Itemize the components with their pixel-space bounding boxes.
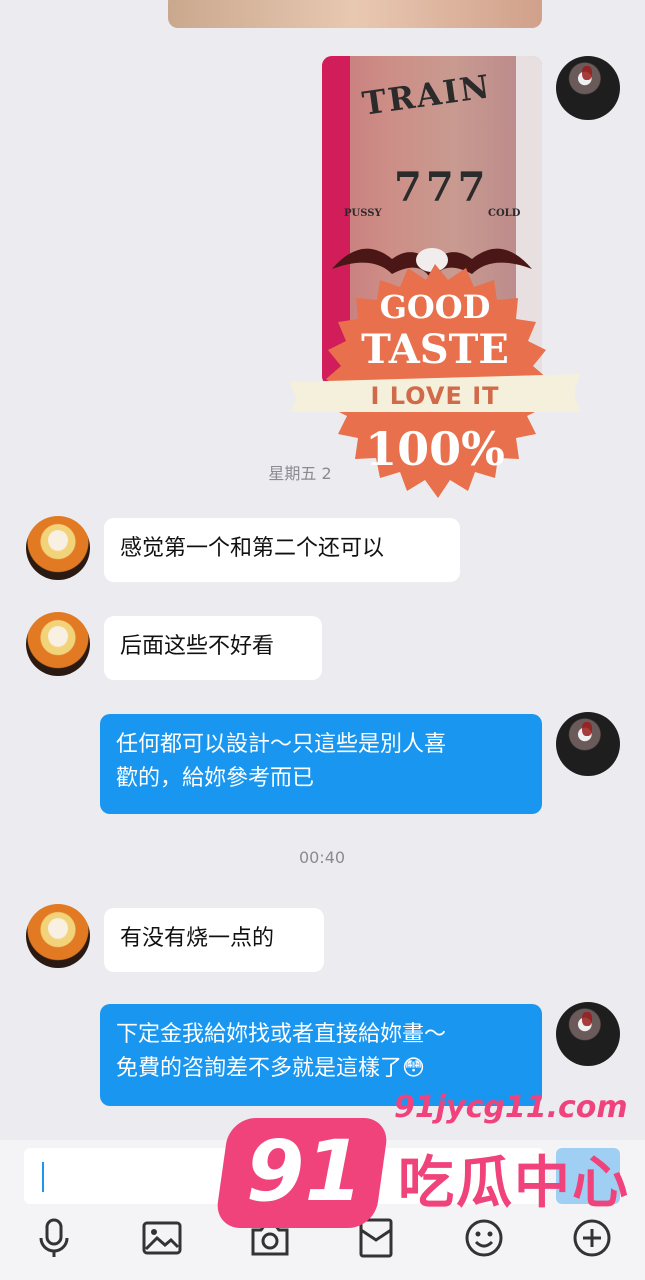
peer-avatar[interactable] xyxy=(26,516,90,580)
message-text: 免費的咨詢差不多就是這樣了 xyxy=(116,1056,403,1081)
tattoo-text-right: COLD xyxy=(488,208,521,219)
my-avatar[interactable] xyxy=(556,1002,620,1066)
peer-avatar[interactable] xyxy=(26,612,90,676)
timestamp: 00:40 xyxy=(298,848,346,867)
watermark-number: 91 xyxy=(246,1122,363,1220)
message-bubble[interactable]: 有没有烧一点的 xyxy=(104,908,324,972)
emoji-icon[interactable] xyxy=(462,1216,506,1260)
my-avatar[interactable] xyxy=(556,712,620,776)
plus-icon[interactable] xyxy=(570,1216,614,1260)
message-line: 歡的，給妳參考而已 xyxy=(116,766,315,791)
text-cursor xyxy=(42,1162,44,1192)
flushed-emoji: 😳 xyxy=(402,1056,425,1081)
microphone-icon[interactable] xyxy=(32,1216,76,1260)
message-bubble[interactable]: 任何都可以設計～只這些是別人喜 歡的，給妳參考而已 xyxy=(100,714,542,814)
previous-image-message[interactable] xyxy=(168,0,542,28)
message-line: 免費的咨詢差不多就是這樣了😳 xyxy=(116,1052,526,1086)
sticker-ribbon-text: I LOVE IT xyxy=(370,382,500,410)
tattoo-text-mid: 777 xyxy=(394,164,490,211)
tattoo-text-top: TRAIN xyxy=(359,67,494,123)
sticker-line2: TASTE xyxy=(361,326,509,373)
message-line: 任何都可以設計～只這些是別人喜 xyxy=(116,732,447,757)
image-icon[interactable] xyxy=(140,1216,184,1260)
message-line: 下定金我給妳找或者直接給妳畫～ xyxy=(116,1022,447,1047)
message-bubble[interactable]: 感觉第一个和第二个还可以 xyxy=(104,518,460,582)
peer-avatar[interactable] xyxy=(26,904,90,968)
sticker-line1: GOOD xyxy=(379,288,491,326)
watermark-name: 吃瓜中心 xyxy=(398,1151,630,1216)
watermark-domain: 91jycg11.com xyxy=(394,1090,628,1125)
my-avatar[interactable] xyxy=(556,56,620,120)
timestamp: 星期五 2 xyxy=(268,464,332,483)
tattoo-text-left: PUSSY xyxy=(344,208,382,219)
message-bubble[interactable]: 后面这些不好看 xyxy=(104,616,322,680)
